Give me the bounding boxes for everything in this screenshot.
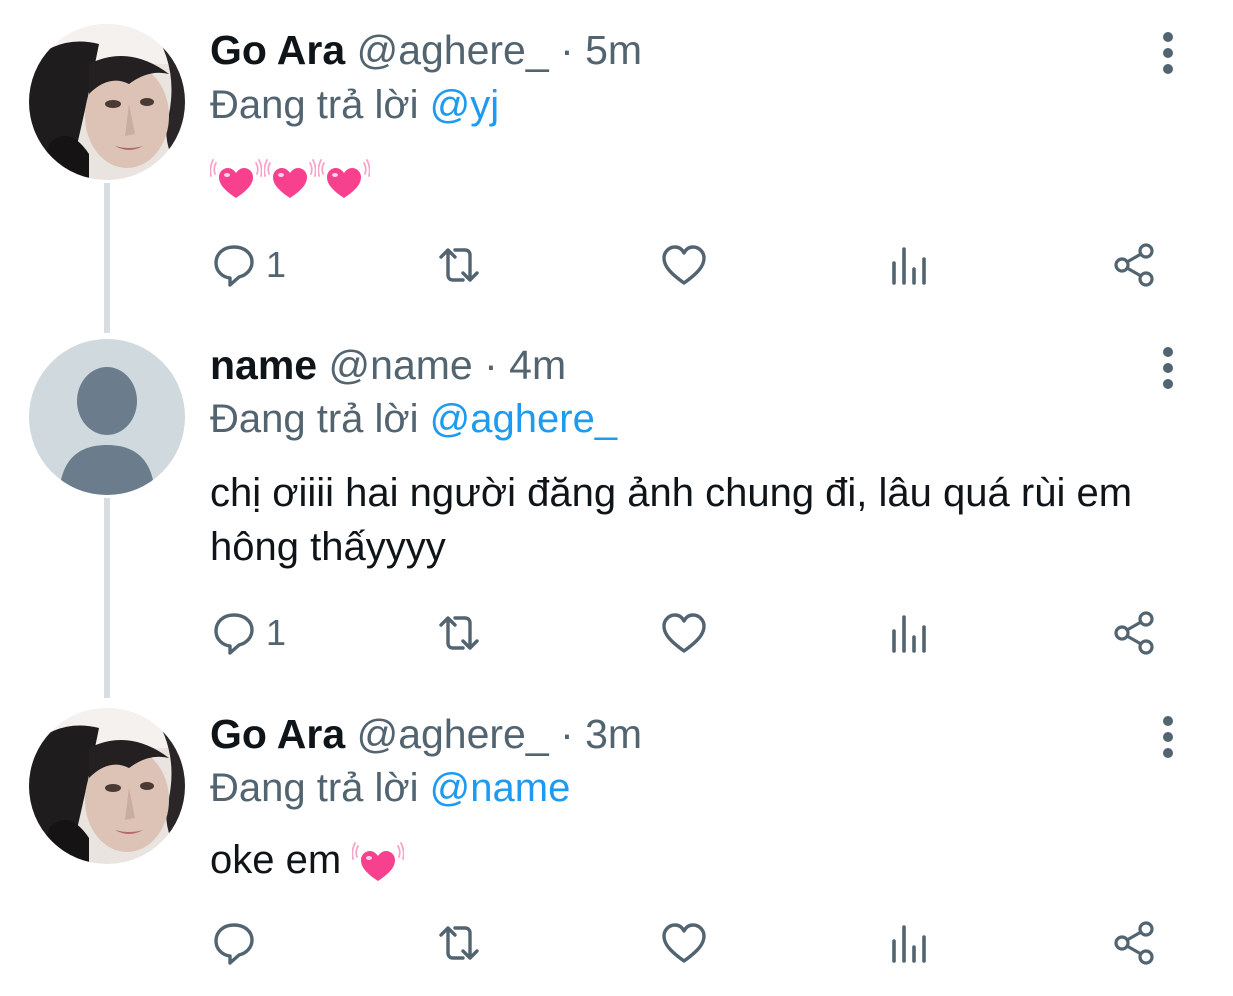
mention-link[interactable]: @aghere_ bbox=[430, 397, 617, 441]
reply-thread: Go Ara @aghere_ · 5m Đang trả lời @yj 1 bbox=[0, 0, 1233, 996]
tweet-text: oke em bbox=[210, 833, 1200, 887]
mention-link[interactable]: @yj bbox=[430, 83, 500, 127]
like-button[interactable] bbox=[660, 605, 708, 661]
replying-to-label: Đang trả lời bbox=[210, 766, 430, 810]
views-button[interactable] bbox=[886, 237, 934, 293]
timestamp[interactable]: 4m bbox=[509, 342, 566, 388]
share-nodes-icon bbox=[1114, 921, 1154, 965]
tweet-header: Go Ara @aghere_ · 3m bbox=[210, 709, 642, 759]
growing-heart-emoji bbox=[264, 159, 316, 199]
action-bar bbox=[210, 915, 1170, 971]
speech-bubble-icon bbox=[214, 245, 254, 287]
display-name[interactable]: Go Ara bbox=[210, 711, 345, 757]
thread-connector-line bbox=[104, 183, 110, 333]
emoji-row bbox=[352, 838, 406, 882]
bar-chart-icon bbox=[892, 925, 926, 963]
like-button[interactable] bbox=[660, 237, 708, 293]
retweet-button[interactable] bbox=[435, 605, 483, 661]
reply-count: 1 bbox=[266, 612, 287, 653]
vertical-ellipsis-icon bbox=[1163, 32, 1173, 74]
tweet[interactable]: Go Ara @aghere_ · 5m Đang trả lời @yj 1 bbox=[0, 0, 1233, 333]
share-button[interactable] bbox=[1110, 605, 1158, 661]
bar-chart-icon bbox=[892, 615, 926, 653]
share-button[interactable] bbox=[1110, 915, 1158, 971]
views-button[interactable] bbox=[886, 915, 934, 971]
emoji-row bbox=[210, 155, 372, 199]
speech-bubble-icon bbox=[214, 923, 254, 965]
views-button[interactable] bbox=[886, 605, 934, 661]
speech-bubble-icon bbox=[214, 613, 254, 655]
retweet-arrows-icon bbox=[439, 926, 479, 960]
growing-heart-emoji bbox=[318, 159, 370, 199]
share-button[interactable] bbox=[1110, 237, 1158, 293]
reply-count: 1 bbox=[266, 244, 287, 285]
reply-button[interactable]: 1 bbox=[210, 605, 286, 661]
share-nodes-icon bbox=[1114, 611, 1154, 655]
retweet-button[interactable] bbox=[435, 237, 483, 293]
more-options-button[interactable] bbox=[1150, 28, 1186, 78]
action-bar: 1 bbox=[210, 605, 1170, 661]
timestamp[interactable]: 5m bbox=[585, 27, 642, 73]
more-options-button[interactable] bbox=[1150, 712, 1186, 762]
avatar[interactable] bbox=[29, 708, 185, 864]
time-separator: · bbox=[472, 342, 510, 388]
tweet[interactable]: name @name · 4m Đang trả lời @aghere_ ch… bbox=[0, 320, 1233, 698]
heart-outline-icon bbox=[662, 923, 706, 963]
heart-outline-icon bbox=[662, 245, 706, 285]
replying-to-label: Đang trả lời bbox=[210, 83, 430, 127]
time-separator: · bbox=[548, 711, 586, 757]
display-name[interactable]: name bbox=[210, 342, 317, 388]
timestamp[interactable]: 3m bbox=[585, 711, 642, 757]
reply-button[interactable]: 1 bbox=[210, 237, 286, 293]
display-name[interactable]: Go Ara bbox=[210, 27, 345, 73]
retweet-arrows-icon bbox=[439, 248, 479, 282]
replying-to-label: Đang trả lời bbox=[210, 397, 430, 441]
avatar-photo bbox=[29, 708, 185, 864]
retweet-button[interactable] bbox=[435, 915, 483, 971]
time-separator: · bbox=[548, 27, 586, 73]
retweet-arrows-icon bbox=[439, 616, 479, 650]
vertical-ellipsis-icon bbox=[1163, 716, 1173, 758]
action-bar: 1 bbox=[210, 237, 1170, 293]
vertical-ellipsis-icon bbox=[1163, 347, 1173, 389]
thread-connector-line bbox=[104, 498, 110, 698]
bar-chart-icon bbox=[892, 247, 926, 285]
share-nodes-icon bbox=[1114, 243, 1154, 287]
handle[interactable]: @name bbox=[329, 342, 473, 388]
handle[interactable]: @aghere_ bbox=[357, 711, 549, 757]
avatar[interactable] bbox=[29, 24, 185, 180]
heart-outline-icon bbox=[662, 613, 706, 653]
handle[interactable]: @aghere_ bbox=[357, 27, 549, 73]
avatar-photo bbox=[29, 24, 185, 180]
more-options-button[interactable] bbox=[1150, 343, 1186, 393]
tweet[interactable]: Go Ara @aghere_ · 3m Đang trả lời @name … bbox=[0, 690, 1233, 996]
growing-heart-emoji bbox=[210, 159, 262, 199]
default-avatar-icon bbox=[29, 339, 185, 495]
replying-to: Đang trả lời @aghere_ bbox=[210, 394, 617, 444]
like-button[interactable] bbox=[660, 915, 708, 971]
tweet-text bbox=[210, 150, 1200, 204]
tweet-header: Go Ara @aghere_ · 5m bbox=[210, 25, 642, 75]
replying-to: Đang trả lời @name bbox=[210, 763, 570, 813]
tweet-text-content: oke em bbox=[210, 838, 342, 882]
tweet-header: name @name · 4m bbox=[210, 340, 566, 390]
avatar[interactable] bbox=[29, 339, 185, 495]
replying-to: Đang trả lời @yj bbox=[210, 80, 499, 130]
reply-button[interactable] bbox=[210, 915, 266, 971]
tweet-text: chị ơiiii hai người đăng ảnh chung đi, l… bbox=[210, 471, 1133, 569]
growing-heart-emoji bbox=[352, 842, 405, 882]
mention-link[interactable]: @name bbox=[430, 766, 571, 810]
